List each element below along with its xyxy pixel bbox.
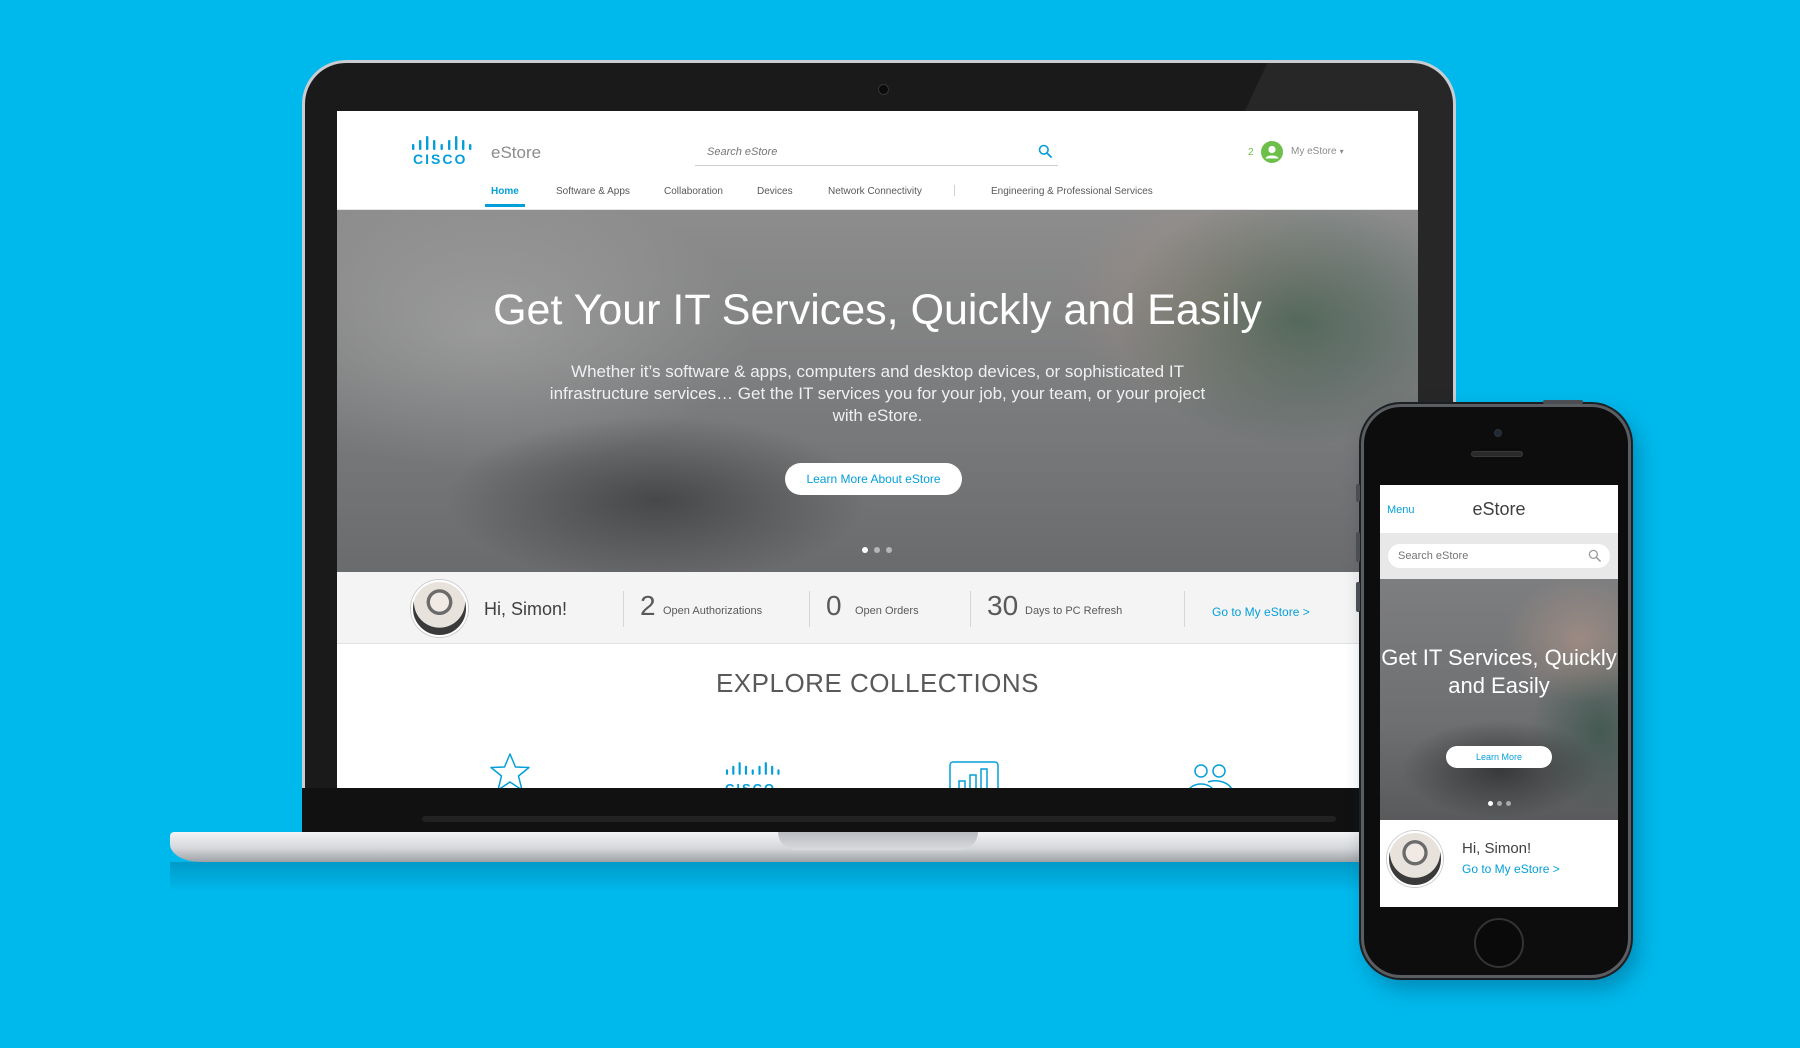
hero-title: Get Your IT Services, Quickly and Easily xyxy=(493,286,1262,334)
my-estore-label: My eStore xyxy=(1291,146,1337,157)
phone-device: Menu eStore Get IT Services, Quickly and… xyxy=(1361,404,1631,978)
carousel-dot[interactable] xyxy=(862,547,868,553)
stat-divider xyxy=(1184,591,1185,627)
search-input[interactable] xyxy=(695,141,1025,163)
mobile-header: Menu eStore xyxy=(1380,485,1618,533)
mobile-greeting: Hi, Simon! xyxy=(1462,840,1532,857)
laptop-chin xyxy=(302,788,1456,832)
nav-item-software-apps[interactable]: Software & Apps xyxy=(556,185,630,210)
my-estore-menu[interactable]: My eStore ▾ xyxy=(1291,146,1344,157)
nav-item-engineering-services[interactable]: Engineering & Professional Services xyxy=(991,185,1153,210)
search-bar xyxy=(695,141,1058,166)
avatar xyxy=(411,580,468,637)
star-icon[interactable] xyxy=(487,752,533,788)
cisco-wordmark: CISCO xyxy=(725,781,781,788)
learn-more-button[interactable]: Learn More About eStore xyxy=(785,463,962,495)
mobile-search-bar xyxy=(1380,533,1618,579)
cisco-logo[interactable]: CISCO xyxy=(411,136,473,168)
site-header: CISCO eStore 2 My eStore▾ Home Software … xyxy=(337,111,1418,210)
phone-speaker xyxy=(1471,451,1523,457)
phone-screen: Menu eStore Get IT Services, Quickly and… xyxy=(1380,485,1618,907)
stat-divider xyxy=(623,591,624,627)
laptop-camera xyxy=(878,84,889,95)
phone-camera xyxy=(1494,429,1502,437)
laptop-screen: CISCO eStore 2 My eStore▾ Home Software … xyxy=(337,111,1418,788)
avatar xyxy=(1387,831,1443,887)
stat-divider xyxy=(809,591,810,627)
open-orders-count[interactable]: 0 xyxy=(826,590,842,622)
mobile-search-input[interactable] xyxy=(1388,544,1578,568)
phone-power-button xyxy=(1543,400,1583,404)
nav-item-home[interactable]: Home xyxy=(485,185,525,210)
search-icon[interactable] xyxy=(1038,144,1052,158)
explore-collections-heading: EXPLORE COLLECTIONS xyxy=(715,668,1040,698)
nav-item-devices[interactable]: Devices xyxy=(757,185,793,210)
user-summary-bar: Hi, Simon! 2 Open Authorizations 0 Open … xyxy=(337,572,1418,644)
open-authorizations-label[interactable]: Open Authorizations xyxy=(663,605,762,617)
go-to-my-estore-link[interactable]: Go to My eStore > xyxy=(1212,605,1310,619)
carousel-dot[interactable] xyxy=(1506,801,1511,806)
hero-banner: Get Your IT Services, Quickly and Easily… xyxy=(337,210,1418,572)
nav-divider xyxy=(954,185,955,196)
carousel-dot[interactable] xyxy=(874,547,880,553)
mobile-learn-more-button[interactable]: Learn More xyxy=(1446,746,1552,768)
site-name: eStore xyxy=(491,143,542,162)
open-orders-label[interactable]: Open Orders xyxy=(855,605,919,617)
phone-mute-switch xyxy=(1356,484,1360,502)
pc-refresh-count[interactable]: 30 xyxy=(987,590,1018,622)
mobile-carousel-dots xyxy=(1488,793,1515,811)
laptop-notch xyxy=(778,832,978,850)
chevron-down-icon: ▾ xyxy=(1339,147,1344,156)
cisco-logo-icon[interactable]: CISCO xyxy=(725,762,781,788)
cisco-bars-icon xyxy=(412,136,472,150)
stat-divider xyxy=(970,591,971,627)
search-icon[interactable] xyxy=(1588,549,1601,562)
mobile-user-card: Hi, Simon! Go to My eStore > xyxy=(1380,820,1618,907)
mobile-search-field xyxy=(1388,544,1610,568)
carousel-dot[interactable] xyxy=(1488,801,1493,806)
mobile-title: eStore xyxy=(1472,499,1526,519)
carousel-dot[interactable] xyxy=(1497,801,1502,806)
cisco-wordmark: CISCO xyxy=(413,151,468,167)
hero-description: Whether it’s software & apps, computers … xyxy=(549,362,1206,425)
nav-item-network-connectivity[interactable]: Network Connectivity xyxy=(828,185,922,210)
home-button[interactable] xyxy=(1474,918,1524,968)
mobile-hero: Get IT Services, Quickly and Easily Lear… xyxy=(1380,579,1618,820)
open-authorizations-count[interactable]: 2 xyxy=(640,590,656,622)
mobile-hero-title: Get IT Services, Quickly and Easily xyxy=(1381,645,1617,698)
nav-item-collaboration[interactable]: Collaboration xyxy=(664,185,723,210)
people-icon[interactable] xyxy=(1183,761,1239,788)
phone-volume-up xyxy=(1356,532,1360,562)
chart-icon[interactable] xyxy=(949,761,999,788)
main-nav: Home Software & Apps Collaboration Devic… xyxy=(337,185,1418,210)
mobile-go-to-my-estore-link[interactable]: Go to My eStore > xyxy=(1462,862,1560,876)
user-icon[interactable] xyxy=(1261,141,1283,163)
pc-refresh-label[interactable]: Days to PC Refresh xyxy=(1025,605,1122,617)
carousel-dots xyxy=(862,540,898,558)
phone-volume-down xyxy=(1356,582,1360,612)
carousel-dot[interactable] xyxy=(886,547,892,553)
cart-count-badge[interactable]: 2 xyxy=(1248,147,1254,158)
greeting: Hi, Simon! xyxy=(484,599,568,619)
